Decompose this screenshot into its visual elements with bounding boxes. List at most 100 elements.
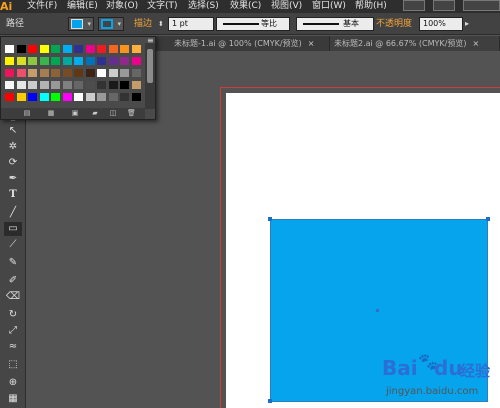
rectangle-icon[interactable]: ▭ <box>4 222 22 236</box>
stroke-weight-field[interactable]: 1 pt <box>168 17 214 31</box>
color-swatch[interactable] <box>51 45 60 53</box>
color-swatch[interactable] <box>5 69 14 77</box>
color-swatch[interactable] <box>131 69 141 77</box>
scale-icon[interactable]: ⤢ <box>4 324 22 338</box>
tab-untitled-1[interactable]: 未标题-1.ai @ 100% (CMYK/预览) × <box>170 36 330 51</box>
color-swatch[interactable] <box>97 45 106 53</box>
color-swatch[interactable] <box>131 57 141 65</box>
opacity-label[interactable]: 不透明度 <box>376 17 412 31</box>
perspective-grid-icon[interactable]: ▦ <box>4 392 22 406</box>
color-swatch[interactable] <box>51 93 60 101</box>
color-swatch[interactable] <box>39 93 49 101</box>
pen-icon[interactable]: ✒ <box>4 172 22 186</box>
shape-builder-icon[interactable]: ⊕ <box>4 376 22 390</box>
stroke-color-button[interactable]: ▾ <box>98 17 124 31</box>
menu-view[interactable]: 视图(V) <box>271 0 302 12</box>
color-swatch[interactable] <box>120 69 129 77</box>
color-swatch[interactable] <box>28 45 37 53</box>
color-swatch[interactable] <box>108 81 118 89</box>
rotate-icon[interactable]: ↻ <box>4 308 22 322</box>
color-swatch[interactable] <box>97 69 106 77</box>
swatch-scrollbar[interactable] <box>145 43 155 109</box>
color-swatch[interactable] <box>28 93 37 101</box>
color-swatch[interactable] <box>16 69 26 77</box>
color-swatch[interactable] <box>39 69 49 77</box>
menu-effect[interactable]: 效果(C) <box>230 0 261 12</box>
selection-handle[interactable] <box>486 217 490 221</box>
tab-untitled-2[interactable]: 未标题2.ai @ 66.67% (CMYK/预览) × <box>330 36 500 51</box>
color-swatch[interactable] <box>16 57 26 65</box>
color-swatch[interactable] <box>16 93 26 101</box>
magic-wand-icon[interactable]: ✲ <box>4 140 22 154</box>
color-swatch[interactable] <box>131 93 141 101</box>
color-swatch[interactable] <box>5 93 14 101</box>
color-swatch[interactable] <box>39 81 49 89</box>
color-swatch[interactable] <box>85 81 95 89</box>
free-transform-icon[interactable]: ⬚ <box>4 358 22 372</box>
color-swatch[interactable] <box>85 69 95 77</box>
menu-edit[interactable]: 编辑(E) <box>67 0 98 12</box>
color-swatch[interactable] <box>62 57 72 65</box>
menu-help[interactable]: 帮助(H) <box>355 0 387 12</box>
show-kinds-icon[interactable]: ▦ <box>47 109 55 117</box>
eraser-icon[interactable]: ⌫ <box>4 290 22 304</box>
menu-type[interactable]: 文字(T) <box>147 0 178 12</box>
new-swatch-icon[interactable]: ◫ <box>109 109 117 117</box>
color-swatch[interactable] <box>5 57 14 65</box>
color-swatch[interactable] <box>74 81 83 89</box>
color-swatch[interactable] <box>28 81 37 89</box>
selection-handle[interactable] <box>268 217 272 221</box>
menu-file[interactable]: 文件(F) <box>27 0 57 12</box>
color-swatch[interactable] <box>16 45 26 53</box>
color-swatch[interactable] <box>97 57 106 65</box>
color-swatch[interactable] <box>74 45 83 53</box>
opacity-field[interactable]: 100% <box>419 17 463 31</box>
color-swatch[interactable] <box>62 45 72 53</box>
color-swatch[interactable] <box>108 93 118 101</box>
color-swatch[interactable] <box>39 57 49 65</box>
color-swatch[interactable] <box>108 69 118 77</box>
color-swatch[interactable] <box>131 81 141 89</box>
color-swatch[interactable] <box>74 57 83 65</box>
color-swatch[interactable] <box>85 57 95 65</box>
color-swatch[interactable] <box>97 93 106 101</box>
variable-width-profile-dropdown[interactable]: 等比 <box>216 17 290 31</box>
color-swatch[interactable] <box>108 57 118 65</box>
workspace-switcher[interactable] <box>463 0 500 11</box>
color-swatch[interactable] <box>51 69 60 77</box>
color-swatch[interactable] <box>62 93 72 101</box>
line-segment-icon[interactable]: ╱ <box>4 206 22 220</box>
new-color-group-icon[interactable]: ▰ <box>91 109 99 117</box>
color-swatch[interactable] <box>131 45 141 53</box>
color-swatch[interactable] <box>74 93 83 101</box>
type-icon[interactable]: T <box>4 188 22 202</box>
blob-brush-icon[interactable]: ✐ <box>4 274 22 288</box>
color-swatch[interactable] <box>85 45 95 53</box>
scrollbar-thumb[interactable] <box>147 49 153 83</box>
color-swatch[interactable] <box>28 57 37 65</box>
color-swatch[interactable] <box>74 69 83 77</box>
color-swatch[interactable] <box>5 45 14 53</box>
stroke-weight-stepper-icon[interactable]: ⬍ <box>158 17 164 31</box>
pencil-icon[interactable]: ✎ <box>4 256 22 270</box>
opacity-arrow-icon[interactable]: ▸ <box>465 17 469 31</box>
direct-selection-icon[interactable]: ↖ <box>4 124 22 138</box>
color-swatch[interactable] <box>51 81 60 89</box>
arrange-documents-button[interactable] <box>433 0 455 11</box>
paintbrush-icon[interactable]: ⟋ <box>4 238 22 252</box>
swatch-library-icon[interactable]: ▤ <box>23 109 31 117</box>
bridge-button[interactable] <box>403 0 425 11</box>
color-swatch[interactable] <box>39 45 49 53</box>
color-swatch[interactable] <box>16 81 26 89</box>
color-swatch[interactable] <box>28 69 37 77</box>
warp-icon[interactable]: ≈ <box>4 340 22 354</box>
color-swatch[interactable] <box>120 57 129 65</box>
menu-select[interactable]: 选择(S) <box>188 0 219 12</box>
color-swatch[interactable] <box>85 93 95 101</box>
color-swatch[interactable] <box>97 81 106 89</box>
delete-swatch-icon[interactable]: 🗑 <box>127 109 136 117</box>
color-swatch[interactable] <box>120 45 129 53</box>
color-swatch[interactable] <box>51 57 60 65</box>
close-icon[interactable]: × <box>472 39 479 48</box>
menu-window[interactable]: 窗口(W) <box>312 0 346 12</box>
